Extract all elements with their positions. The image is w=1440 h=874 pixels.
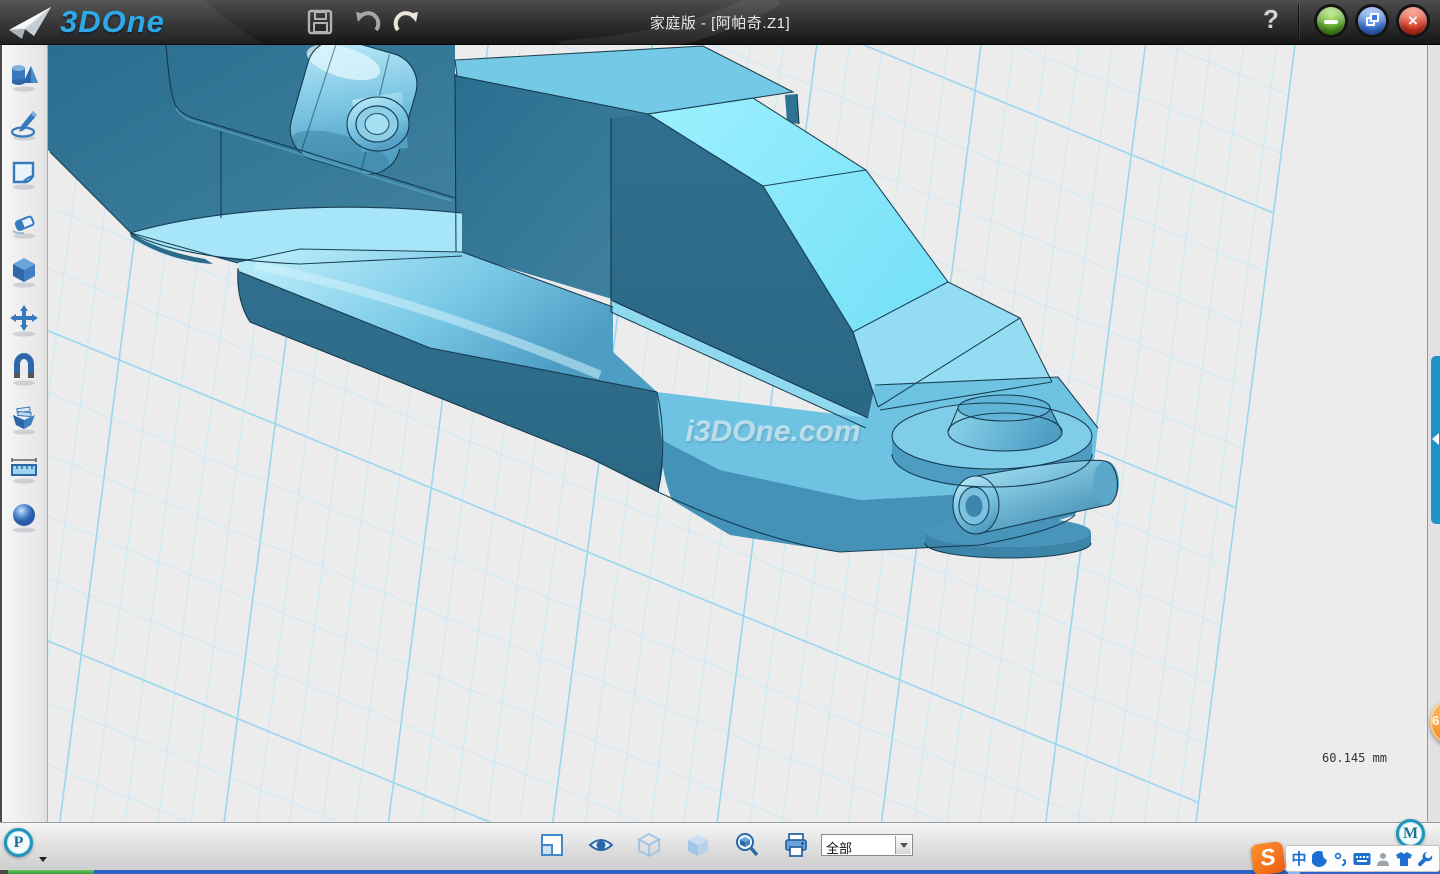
restore-button[interactable] [1358, 7, 1386, 35]
tshirt-icon [1395, 851, 1413, 867]
viewport-svg[interactable] [48, 45, 1427, 822]
sidebar-tool-primitives[interactable] [7, 58, 41, 94]
sketch-pen-icon [7, 107, 41, 143]
sidebar-tool-eraser[interactable] [7, 205, 41, 241]
sidebar-tool-combine[interactable] [7, 401, 41, 437]
measure-ruler-icon [7, 450, 41, 486]
keyboard-icon [1353, 852, 1371, 866]
sidebar-tool-measure[interactable] [7, 450, 41, 486]
user-icon [1375, 851, 1391, 867]
profile-badge[interactable]: P [4, 828, 33, 857]
feature-cube-icon [7, 254, 41, 290]
model-badge[interactable]: M [1396, 819, 1425, 848]
titlebar-separator [1298, 4, 1299, 40]
panel-expand-tab[interactable] [1431, 356, 1440, 524]
user-button[interactable] [1374, 849, 1392, 869]
eraser-icon [7, 205, 41, 241]
moon-fullhalf-button[interactable] [1311, 849, 1329, 869]
chevron-left-icon [1432, 433, 1439, 445]
sidebar-tool-sketch[interactable] [7, 107, 41, 143]
wireframe-cube-button[interactable] [636, 832, 662, 858]
sidebar-tool-material[interactable] [7, 499, 41, 535]
model-viewport[interactable]: i3DOne.com [48, 45, 1427, 822]
community-score-badge[interactable]: 65 [1430, 698, 1440, 746]
title-bar: 3DOne 家庭版 - [阿帕奇.Z1] ? × [0, 0, 1440, 45]
filter-dropdown[interactable]: 全部 [821, 834, 913, 856]
help-button[interactable]: ? [1256, 4, 1286, 35]
material-sphere-icon [7, 499, 41, 535]
close-button[interactable]: × [1399, 7, 1427, 35]
shaded-cube-button[interactable] [685, 832, 711, 858]
ime-toolbar: 中 [1285, 845, 1440, 872]
taskbar-green-segment [8, 870, 94, 874]
combine-box-icon [7, 401, 41, 437]
sidebar-tool-sketch-surface[interactable] [7, 156, 41, 192]
profile-caret[interactable] [39, 857, 47, 862]
sidebar-tool-move[interactable] [7, 303, 41, 339]
keyboard-button[interactable] [1353, 849, 1371, 869]
reference-plane-button[interactable] [539, 832, 565, 858]
print-button[interactable] [783, 832, 809, 858]
punctuation-button[interactable] [1332, 849, 1350, 869]
measurement-readout: 60.145 mm [1297, 751, 1387, 765]
zoom-search-button[interactable] [734, 832, 760, 858]
sidebar-tool-magnet[interactable] [7, 352, 41, 388]
minimize-button[interactable] [1317, 7, 1345, 35]
magnet-icon [7, 352, 41, 388]
moon-icon [1312, 851, 1328, 867]
sidebar-tool-feature[interactable] [7, 254, 41, 290]
wrench-icon [1417, 851, 1433, 867]
skin-button[interactable] [1395, 849, 1413, 869]
move-arrows-icon [7, 303, 41, 339]
visibility-eye-button[interactable] [588, 832, 614, 858]
taskbar-strip [0, 870, 1440, 874]
3done-window: 3DOne 家庭版 - [阿帕奇.Z1] ? × [0, 0, 1440, 874]
window-title: 家庭版 - [阿帕奇.Z1] [0, 12, 1440, 33]
sogou-ime-logo[interactable]: S [1250, 841, 1286, 874]
filter-dropdown-value: 全部 [826, 838, 852, 857]
status-bar: P M [0, 822, 1440, 870]
primitive-solids-icon [7, 58, 41, 94]
dropdown-arrow-button[interactable] [895, 836, 911, 854]
surface-sheet-icon [7, 156, 41, 192]
taskbar-dark-segment [0, 870, 8, 874]
punctuation-icon [1333, 851, 1349, 867]
toolbox-button[interactable] [1416, 849, 1434, 869]
chinese-mode-button[interactable]: 中 [1290, 849, 1308, 869]
right-panel-rail: 65 [1427, 45, 1440, 822]
left-toolbar [0, 45, 48, 822]
